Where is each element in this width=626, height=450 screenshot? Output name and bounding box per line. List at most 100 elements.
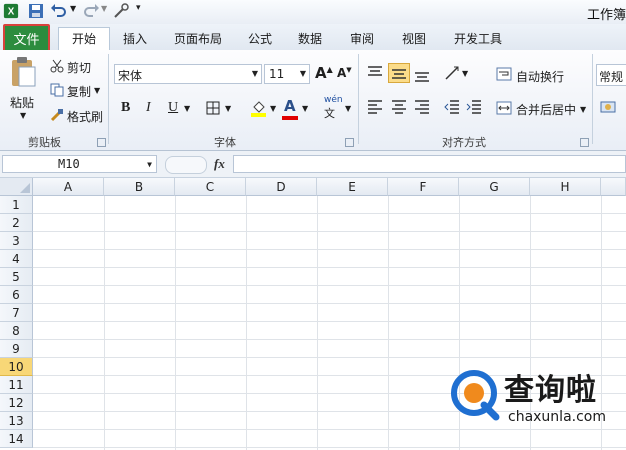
border-dropdown-icon[interactable]: ▼ xyxy=(225,104,231,113)
row-header[interactable]: 13 xyxy=(0,412,33,430)
wrap-text-button[interactable]: 自动换行 xyxy=(516,68,564,85)
redo-icon[interactable] xyxy=(82,3,100,19)
font-name-dropdown-icon[interactable]: ▼ xyxy=(252,69,258,78)
formula-bar: M10 ▼ fx xyxy=(0,151,626,178)
column-header-b[interactable]: B xyxy=(104,178,175,196)
column-header-partial[interactable] xyxy=(601,178,626,196)
font-size-select[interactable]: 11 ▼ xyxy=(264,64,310,84)
formula-bar-grip[interactable] xyxy=(165,156,207,174)
copy-button[interactable]: 复制 xyxy=(67,83,91,100)
name-box[interactable]: M10 ▼ xyxy=(2,155,157,173)
row-header[interactable]: 9 xyxy=(0,340,33,358)
align-right-icon[interactable] xyxy=(414,100,430,114)
font-color-button[interactable]: A xyxy=(284,97,296,115)
font-launcher-icon[interactable] xyxy=(345,138,354,147)
column-header-d[interactable]: D xyxy=(246,178,317,196)
number-format-select[interactable]: 常规 xyxy=(596,64,626,86)
align-middle-icon xyxy=(392,69,406,79)
font-name-value: 宋体 xyxy=(118,69,143,83)
tab-page-layout[interactable]: 页面布局 xyxy=(166,28,230,50)
name-box-dropdown-icon[interactable]: ▼ xyxy=(147,157,152,173)
currency-format-icon[interactable] xyxy=(600,100,618,116)
row-header[interactable]: 2 xyxy=(0,214,33,232)
select-all-triangle-icon xyxy=(20,183,30,193)
ribbon: 粘贴 ▼ 剪切 复制 ▼ 格式刷 剪贴板 宋体 ▼ 11 ▼ A▲ A▼ B I… xyxy=(0,50,626,151)
qat-customize-icon[interactable]: ▾ xyxy=(136,3,141,13)
tab-review[interactable]: 审阅 xyxy=(342,28,382,50)
tab-formulas[interactable]: 公式 xyxy=(240,28,280,50)
name-box-value: M10 xyxy=(58,157,80,171)
paste-dropdown-icon[interactable]: ▼ xyxy=(20,111,26,120)
font-color-dropdown-icon[interactable]: ▼ xyxy=(302,104,308,113)
row-header[interactable]: 14 xyxy=(0,430,33,448)
paste-icon[interactable] xyxy=(9,56,37,88)
column-header-e[interactable]: E xyxy=(317,178,388,196)
bold-button[interactable]: B xyxy=(121,100,130,116)
tab-developer[interactable]: 开发工具 xyxy=(446,28,510,50)
clipboard-launcher-icon[interactable] xyxy=(97,138,106,147)
copy-dropdown-icon[interactable]: ▼ xyxy=(94,86,100,95)
column-header-h[interactable]: H xyxy=(530,178,601,196)
cut-button[interactable]: 剪切 xyxy=(67,59,91,76)
column-header-g[interactable]: G xyxy=(459,178,530,196)
align-top-icon[interactable] xyxy=(367,66,383,80)
tab-insert[interactable]: 插入 xyxy=(115,28,155,50)
row-header[interactable]: 11 xyxy=(0,376,33,394)
increase-indent-icon[interactable] xyxy=(466,100,482,114)
font-size-dropdown-icon[interactable]: ▼ xyxy=(300,69,306,78)
save-icon[interactable] xyxy=(28,3,44,19)
row-header[interactable]: 4 xyxy=(0,250,33,268)
border-icon[interactable] xyxy=(206,101,220,115)
fill-color-dropdown-icon[interactable]: ▼ xyxy=(270,104,276,113)
redo-dropdown-icon[interactable]: ▼ xyxy=(101,4,107,13)
italic-button[interactable]: I xyxy=(146,100,151,116)
format-painter-button[interactable]: 格式刷 xyxy=(67,108,103,125)
align-middle-button[interactable] xyxy=(388,63,410,83)
formula-input[interactable] xyxy=(233,155,626,173)
row-header[interactable]: 8 xyxy=(0,322,33,340)
row-header[interactable]: 6 xyxy=(0,286,33,304)
orientation-dropdown-icon[interactable]: ▼ xyxy=(462,69,468,78)
merge-center-button[interactable]: 合并后居中 xyxy=(516,101,576,118)
grid-line xyxy=(33,231,626,232)
align-left-icon[interactable] xyxy=(367,100,383,114)
select-all-corner[interactable] xyxy=(0,178,33,196)
align-bottom-icon[interactable] xyxy=(414,68,430,82)
merge-center-dropdown-icon[interactable]: ▼ xyxy=(580,105,586,114)
row-header[interactable]: 7 xyxy=(0,304,33,322)
column-header-a[interactable]: A xyxy=(33,178,104,196)
copy-icon xyxy=(50,83,64,97)
grid-line xyxy=(33,321,626,322)
decrease-indent-icon[interactable] xyxy=(444,100,460,114)
underline-button[interactable]: U xyxy=(168,100,178,116)
phonetic-button[interactable]: wén xyxy=(324,95,343,105)
insert-function-button[interactable]: fx xyxy=(214,156,225,172)
underline-dropdown-icon[interactable]: ▼ xyxy=(184,104,190,113)
watermark-logo-icon xyxy=(451,370,500,421)
fill-color-icon[interactable] xyxy=(250,99,268,117)
row-header[interactable]: 3 xyxy=(0,232,33,250)
tab-view[interactable]: 视图 xyxy=(394,28,434,50)
undo-dropdown-icon[interactable]: ▼ xyxy=(70,4,76,13)
undo-icon[interactable] xyxy=(50,3,68,19)
row-header[interactable]: 1 xyxy=(0,196,33,214)
tab-home[interactable]: 开始 xyxy=(58,27,110,50)
clipboard-group-label: 剪贴板 xyxy=(28,136,61,149)
orientation-icon[interactable] xyxy=(444,65,460,81)
paste-button[interactable]: 粘贴 xyxy=(10,94,34,111)
tools-icon[interactable] xyxy=(113,3,131,19)
align-center-icon[interactable] xyxy=(391,100,407,114)
cut-icon xyxy=(50,59,64,73)
shrink-font-button[interactable]: A▼ xyxy=(337,66,352,80)
grow-font-button[interactable]: A▲ xyxy=(315,64,333,82)
phonetic-dropdown-icon[interactable]: ▼ xyxy=(345,104,351,113)
font-color-letter: A xyxy=(284,97,296,115)
tab-data[interactable]: 数据 xyxy=(290,28,330,50)
row-header-active[interactable]: 10 xyxy=(0,358,33,376)
row-header[interactable]: 12 xyxy=(0,394,33,412)
column-header-c[interactable]: C xyxy=(175,178,246,196)
alignment-launcher-icon[interactable] xyxy=(580,138,589,147)
row-header[interactable]: 5 xyxy=(0,268,33,286)
font-name-select[interactable]: 宋体 ▼ xyxy=(114,64,262,84)
column-header-f[interactable]: F xyxy=(388,178,459,196)
